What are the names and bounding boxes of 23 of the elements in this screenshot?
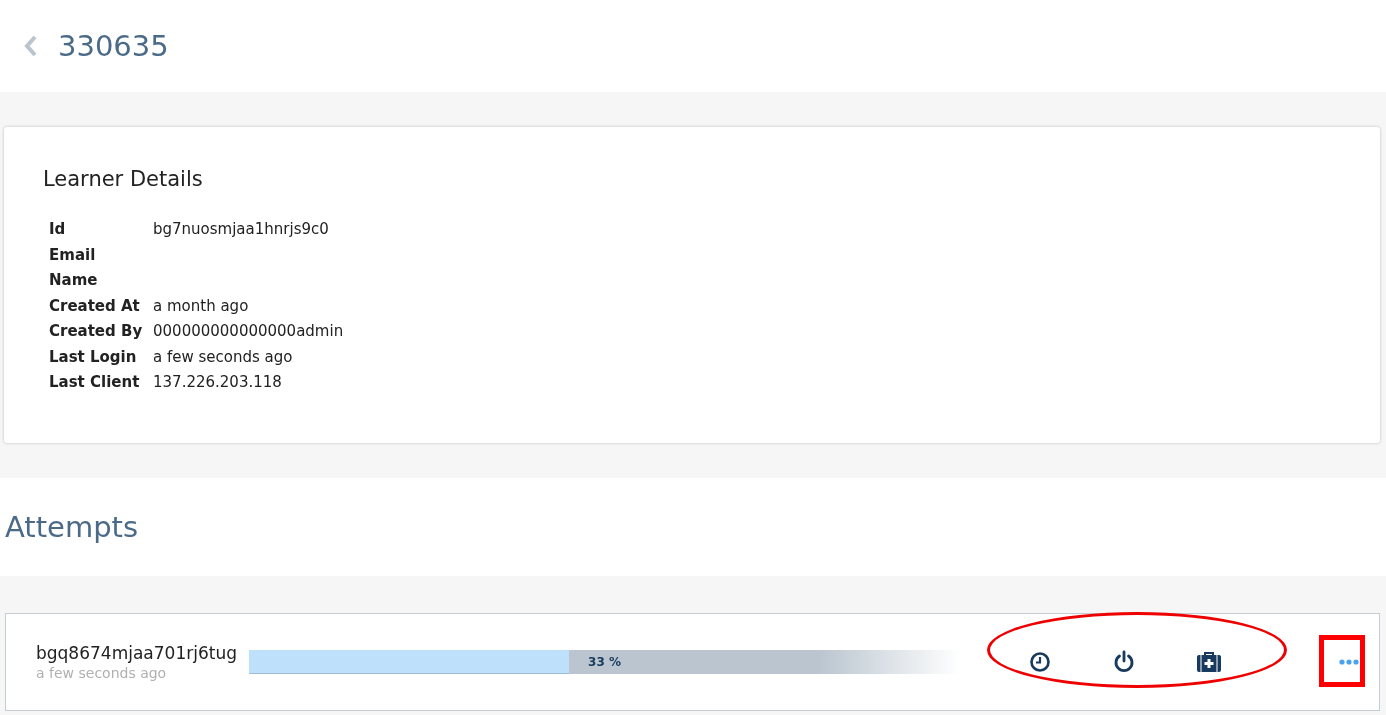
more-icon[interactable] xyxy=(1338,659,1359,665)
field-label: Last Client xyxy=(49,372,141,393)
field-value: bg7nuosmjaa1hnrjs9c0 xyxy=(153,219,329,240)
section-title: Attempts xyxy=(5,510,139,544)
field-value: a few seconds ago xyxy=(153,346,293,368)
field-value: a month ago xyxy=(153,295,249,317)
field-label: Email xyxy=(49,244,97,266)
field-label: Name xyxy=(49,270,99,291)
power-icon[interactable] xyxy=(1112,650,1135,674)
medical-kit-icon[interactable] xyxy=(1196,651,1223,673)
page-title: 330635 xyxy=(58,29,169,63)
progress-label: 33 % xyxy=(588,655,621,669)
field-label: Created At xyxy=(49,295,141,317)
field-label: Created By xyxy=(49,321,144,342)
clock-icon[interactable] xyxy=(1029,651,1051,673)
attempt-time: a few seconds ago xyxy=(36,665,168,681)
attempt-id: bgq8674mjaa701rj6tug xyxy=(36,643,238,663)
highlight-rectangle xyxy=(1318,635,1365,687)
field-value: 000000000000000admin xyxy=(153,321,344,342)
field-label: Last Login xyxy=(49,346,138,368)
field-label: Id xyxy=(49,219,67,240)
field-value: 137.226.203.118 xyxy=(153,372,282,393)
card-title: Learner Details xyxy=(43,167,204,191)
